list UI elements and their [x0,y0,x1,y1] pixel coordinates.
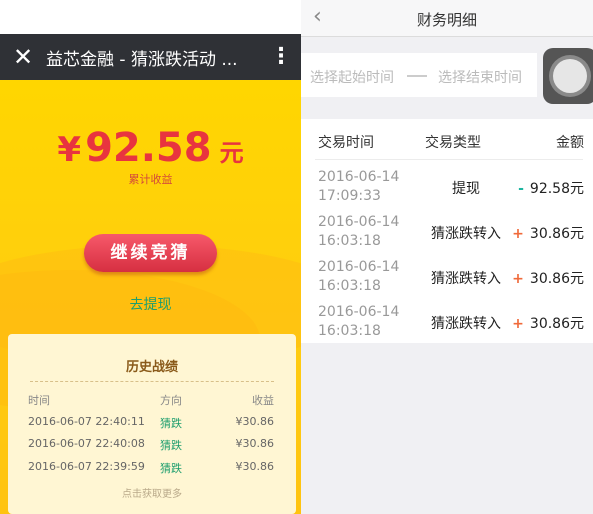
transaction-time: 16:03:18 [318,278,381,294]
amount-sign: + [512,271,524,287]
amount-value: 30.86元 [529,226,584,242]
transaction-date: 2016-06-14 [318,169,400,185]
start-date-field[interactable]: 选择起始时间 [310,67,394,87]
right-screen: ‹ 财务明细 选择起始时间 选择结束时间 交易时间 交易类型 金额 2016-0… [301,0,593,514]
page-title: 财务明细 [416,11,477,29]
history-direction: 猜跌 [160,439,182,452]
transaction-date: 2016-06-14 [318,304,400,320]
continue-guess-button[interactable]: 继续竞猜 [84,234,217,272]
history-direction: 猜跌 [160,462,182,475]
amount-sign: + [512,226,524,242]
earnings-hero: ¥92.58 元 累计收益 继续竞猜 去提现 历史战绩 时间 方向 收益 2016… [0,80,301,514]
history-direction: 猜跌 [160,417,182,430]
transaction-type: 猜涨跌转入 [431,316,501,332]
status-area [0,0,301,34]
transaction-datetime: 2016-06-14 16:03:18 [318,213,399,251]
header-time: 交易时间 [318,135,374,151]
load-more-link[interactable]: 点击获取更多 [8,485,296,500]
header-amount: 金额 [556,135,584,151]
transaction-time: 16:03:18 [318,323,381,339]
transaction-date: 2016-06-14 [318,259,400,275]
assistive-touch-icon[interactable] [543,48,593,104]
transaction-amount: +30.86元 [512,313,584,333]
history-title: 历史战绩 [125,360,178,375]
transaction-datetime: 2016-06-14 17:09:33 [318,168,399,206]
earnings-value: 92.58 [85,125,212,171]
range-separator [407,75,427,77]
divider [30,381,274,382]
transaction-row[interactable]: 2016-06-14 16:03:18 猜涨跌转入 +30.86元 [301,211,593,256]
header-type: 交易类型 [425,135,481,151]
transaction-datetime: 2016-06-14 16:03:18 [318,258,399,296]
history-profit: ¥30.86 [235,437,275,450]
history-row: 2016-06-07 22:39:59 猜跌 ¥30.86 [8,460,296,478]
earnings-caption: 累计收益 [128,173,173,186]
transaction-amount: +30.86元 [512,268,584,288]
total-earnings: ¥92.58 元 [0,125,301,171]
history-card: 历史战绩 时间 方向 收益 2016-06-07 22:40:11 猜跌 ¥30… [8,334,296,514]
transaction-time: 16:03:18 [318,233,381,249]
app-title: 益芯金融 - 猜涨跌活动 ... [46,49,238,70]
more-vertical-icon[interactable]: ⋮ [261,34,301,80]
date-range-filter: 选择起始时间 选择结束时间 [301,53,537,97]
transaction-datetime: 2016-06-14 16:03:18 [318,303,399,341]
amount-value: 30.86元 [529,271,584,287]
history-header: 时间 方向 收益 [8,392,296,410]
transaction-type: 猜涨跌转入 [431,226,501,242]
transaction-amount: -92.58元 [518,178,584,198]
transaction-row[interactable]: 2016-06-14 16:03:18 猜涨跌转入 +30.86元 [301,301,593,346]
transaction-row[interactable]: 2016-06-14 17:09:33 提现 -92.58元 [301,166,593,211]
end-date-field[interactable]: 选择结束时间 [438,67,522,87]
transaction-row[interactable]: 2016-06-14 16:03:18 猜涨跌转入 +30.86元 [301,256,593,301]
history-profit: ¥30.86 [235,415,275,428]
amount-value: 92.58元 [529,181,584,197]
withdraw-link[interactable]: 去提现 [0,294,301,314]
header-time: 时间 [28,394,50,407]
transaction-table: 交易时间 交易类型 金额 2016-06-14 17:09:33 提现 -92.… [301,119,593,343]
amount-value: 30.86元 [529,316,584,332]
transaction-type: 提现 [452,181,480,197]
transaction-date: 2016-06-14 [318,214,400,230]
earnings-unit: 元 [219,139,244,167]
app-bar: ✕ 益芯金融 - 猜涨跌活动 ... ⋮ [0,34,301,80]
header-profit: 收益 [252,394,274,407]
close-icon[interactable]: ✕ [0,34,46,80]
history-row: 2016-06-07 22:40:11 猜跌 ¥30.86 [8,415,296,433]
assistive-touch-ring [553,59,587,93]
currency-symbol: ¥ [57,130,82,170]
divider [315,159,583,160]
history-time: 2016-06-07 22:40:11 [28,415,145,428]
history-time: 2016-06-07 22:40:08 [28,437,145,450]
header-direction: 方向 [160,394,182,407]
amount-sign: - [518,181,524,197]
left-screen: ✕ 益芯金融 - 猜涨跌活动 ... ⋮ ¥92.58 元 累计收益 继续竞猜 去… [0,0,301,514]
history-time: 2016-06-07 22:39:59 [28,460,145,473]
nav-bar: ‹ 财务明细 [301,0,593,37]
transaction-amount: +30.86元 [512,223,584,243]
history-row: 2016-06-07 22:40:08 猜跌 ¥30.86 [8,437,296,455]
amount-sign: + [512,316,524,332]
history-profit: ¥30.86 [235,460,275,473]
transaction-type: 猜涨跌转入 [431,271,501,287]
transaction-time: 17:09:33 [318,188,381,204]
